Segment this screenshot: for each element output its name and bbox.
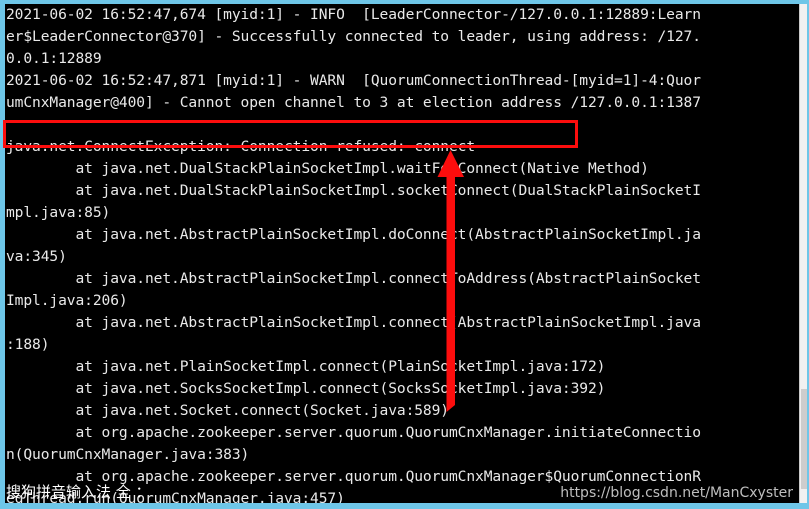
log-line: :188) — [6, 336, 50, 353]
console-window: 2021-06-02 16:52:47,674 [myid:1] - INFO … — [0, 0, 809, 509]
log-line: er$LeaderConnector@370] - Successfully c… — [6, 28, 701, 45]
ime-status-bar: 搜狗拼音输入法 全 ： — [6, 483, 151, 501]
log-line: mpl.java:85) — [6, 204, 111, 221]
log-line: umCnxManager@400] - Cannot open channel … — [6, 94, 701, 111]
console-output[interactable]: 2021-06-02 16:52:47,674 [myid:1] - INFO … — [5, 4, 800, 503]
vertical-scrollbar[interactable] — [799, 4, 807, 503]
blog-watermark: https://blog.csdn.net/ManCxyster — [560, 485, 793, 501]
log-line: at java.net.DualStackPlainSocketImpl.wai… — [6, 160, 649, 177]
log-line: at java.net.AbstractPlainSocketImpl.conn… — [6, 270, 701, 287]
log-line: 0.0.1:12889 — [6, 50, 102, 67]
log-line: at java.net.AbstractPlainSocketImpl.conn… — [6, 314, 701, 331]
log-line: 2021-06-02 16:52:47,871 [myid:1] - WARN … — [6, 72, 701, 89]
log-line: at java.net.AbstractPlainSocketImpl.doCo… — [6, 226, 701, 243]
log-line: at java.net.DualStackPlainSocketImpl.soc… — [6, 182, 701, 199]
log-line: at java.net.PlainSocketImpl.connect(Plai… — [6, 358, 606, 375]
log-line-blank — [5, 114, 800, 136]
scrollbar-thumb[interactable] — [801, 389, 807, 489]
log-line: va:345) — [6, 248, 67, 265]
window-edge-top — [0, 0, 809, 4]
log-line: at java.net.SocksSocketImpl.connect(Sock… — [6, 380, 606, 397]
window-edge-left — [0, 0, 5, 509]
log-line: at java.net.Socket.connect(Socket.java:5… — [6, 402, 449, 419]
log-line: 2021-06-02 16:52:47,674 [myid:1] - INFO … — [6, 6, 701, 23]
log-line: at org.apache.zookeeper.server.quorum.Qu… — [6, 424, 701, 441]
log-line: n(QuorumCnxManager.java:383) — [6, 446, 250, 463]
log-line: Impl.java:206) — [6, 292, 128, 309]
window-edge-bottom — [0, 503, 809, 509]
log-line-exception: java.net.ConnectException: Connection re… — [6, 138, 476, 155]
